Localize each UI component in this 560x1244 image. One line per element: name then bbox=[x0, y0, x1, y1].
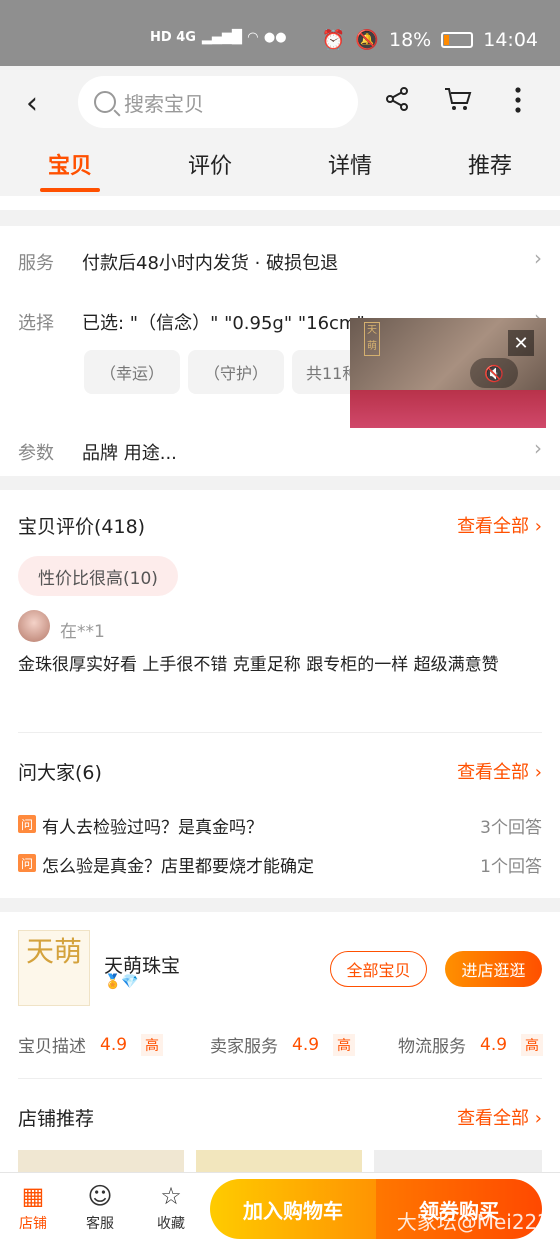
chevron-right-icon: › bbox=[534, 1108, 542, 1129]
cs-label: 客服 bbox=[86, 1216, 114, 1232]
battery-percent: 18% bbox=[389, 28, 432, 51]
shop-logo[interactable]: 天萌 bbox=[18, 930, 90, 1006]
see-all-label: 查看全部 bbox=[457, 762, 530, 783]
share-icon[interactable] bbox=[384, 86, 410, 119]
battery-fill bbox=[444, 34, 450, 45]
reviews-see-all[interactable]: 查看全部 › bbox=[457, 512, 542, 538]
add-to-cart-button[interactable]: 加入购物车 bbox=[210, 1179, 376, 1239]
score-level: 高 bbox=[333, 1033, 356, 1056]
video-bottom bbox=[350, 390, 546, 428]
score-value: 4.9 bbox=[480, 1034, 508, 1055]
see-all-label: 查看全部 bbox=[457, 1108, 530, 1129]
search-placeholder: 搜索宝贝 bbox=[124, 91, 204, 116]
tab-details[interactable]: 详情 bbox=[320, 144, 380, 184]
alarm-icon: ⏰ bbox=[321, 29, 346, 51]
chevron-right-icon: › bbox=[534, 516, 542, 537]
network-indicators: HD 4G ▂▄▆█ ◠ ●● bbox=[150, 30, 287, 45]
tab-reviews[interactable]: 评价 bbox=[180, 144, 240, 184]
recommend-see-all[interactable]: 查看全部 › bbox=[457, 1104, 542, 1130]
score-label: 宝贝描述 bbox=[18, 1037, 86, 1057]
mute-bell-icon: 🔕 bbox=[355, 29, 379, 51]
divider bbox=[18, 1078, 542, 1079]
recommend-item-image[interactable] bbox=[18, 1150, 184, 1172]
question-icon: 问 bbox=[18, 815, 36, 833]
signal-icon: ▂▄▆█ bbox=[201, 30, 242, 45]
tab-product[interactable]: 宝贝 bbox=[39, 144, 101, 192]
close-icon[interactable]: ✕ bbox=[508, 330, 534, 356]
favorite-label: 收藏 bbox=[157, 1216, 185, 1232]
recommend-item-image[interactable] bbox=[374, 1150, 542, 1172]
avatar bbox=[18, 610, 50, 642]
wifi-icon: ◠ bbox=[247, 30, 258, 45]
clock: 14:04 bbox=[483, 28, 538, 51]
status-right: ⏰ 🔕 18% 14:04 bbox=[321, 28, 538, 52]
star-icon: ☆ bbox=[160, 1182, 182, 1210]
score-label: 卖家服务 bbox=[210, 1037, 278, 1057]
shop-nav-button[interactable]: ▦ 店铺 bbox=[6, 1181, 60, 1233]
score-level: 高 bbox=[141, 1033, 164, 1056]
score-value: 4.9 bbox=[100, 1034, 128, 1055]
network-text: HD 4G bbox=[150, 30, 196, 45]
wechat-icon: ●● bbox=[263, 30, 287, 45]
chevron-right-icon[interactable]: › bbox=[534, 436, 542, 460]
review-tag[interactable]: 性价比很高(10) bbox=[18, 556, 178, 596]
question-text[interactable]: 有人去检验过吗？是真金吗？ bbox=[42, 813, 263, 838]
score-service: 卖家服务 4.9 高 bbox=[210, 1032, 356, 1057]
score-logistics: 物流服务 4.9 高 bbox=[398, 1032, 544, 1057]
tab-recommend[interactable]: 推荐 bbox=[460, 144, 520, 184]
status-bar: HD 4G ▂▄▆█ ◠ ●● ⏰ 🔕 18% 14:04 bbox=[0, 0, 560, 66]
recommend-title: 店铺推荐 bbox=[18, 1108, 95, 1130]
score-label: 物流服务 bbox=[398, 1037, 466, 1057]
header: ‹ 搜索宝贝 宝贝 评价 详情 推荐 bbox=[0, 66, 560, 196]
spacer-strip bbox=[0, 196, 560, 210]
search-icon bbox=[94, 91, 116, 113]
recommend-item-image[interactable] bbox=[196, 1150, 362, 1172]
chevron-right-icon: › bbox=[534, 762, 542, 783]
option-chip[interactable]: （幸运） bbox=[84, 350, 180, 394]
question-icon: 问 bbox=[18, 854, 36, 872]
chat-icon: ☺ bbox=[87, 1182, 113, 1210]
score-value: 4.9 bbox=[292, 1034, 320, 1055]
medal-icon: 🏅💎 bbox=[104, 974, 139, 990]
enter-shop-button[interactable]: 进店逛逛 bbox=[445, 951, 542, 987]
score-description: 宝贝描述 4.9 高 bbox=[18, 1032, 164, 1057]
divider bbox=[18, 732, 542, 733]
select-value[interactable]: 已选: "（信念）" "0.95g" "16cm" bbox=[82, 309, 365, 335]
all-items-button[interactable]: 全部宝贝 bbox=[330, 951, 427, 987]
see-all-label: 查看全部 bbox=[457, 516, 530, 537]
shop-icon: ▦ bbox=[21, 1182, 45, 1210]
select-label: 选择 bbox=[18, 313, 54, 334]
service-label: 服务 bbox=[18, 253, 54, 274]
reviews-title: 宝贝评价(418) bbox=[18, 516, 146, 538]
question-text[interactable]: 怎么验是真金？店里都要烧才能确定 bbox=[42, 852, 314, 877]
option-chip[interactable]: （守护） bbox=[188, 350, 284, 394]
video-logo: 天萌 bbox=[364, 322, 380, 356]
chevron-right-icon[interactable]: › bbox=[534, 246, 542, 270]
floating-video[interactable]: 天萌 ✕ 🔇 bbox=[350, 318, 546, 428]
cart-icon[interactable] bbox=[444, 86, 472, 119]
score-level: 高 bbox=[521, 1033, 544, 1056]
answer-count: 3个回答 bbox=[480, 818, 542, 838]
answer-count: 1个回答 bbox=[480, 857, 542, 877]
shop-nav-label: 店铺 bbox=[19, 1216, 47, 1232]
review-text[interactable]: 金珠很厚实好看 上手很不错 克重足称 跟专柜的一样 超级满意赞 bbox=[18, 652, 544, 678]
reviewer-name: 在**1 bbox=[60, 622, 105, 642]
tab-bar: 宝贝 评价 详情 推荐 bbox=[0, 144, 560, 192]
favorite-button[interactable]: ☆ 收藏 bbox=[144, 1181, 198, 1233]
search-input[interactable]: 搜索宝贝 bbox=[78, 76, 358, 128]
params-label: 参数 bbox=[18, 443, 54, 464]
params-value[interactable]: 品牌 用途... bbox=[82, 439, 177, 465]
watermark: 大家坛@Mei222 bbox=[396, 1210, 550, 1234]
mute-icon[interactable]: 🔇 bbox=[470, 358, 518, 388]
customer-service-button[interactable]: ☺ 客服 bbox=[73, 1181, 127, 1233]
back-icon[interactable]: ‹ bbox=[26, 86, 38, 121]
service-value[interactable]: 付款后48小时内发货 · 破损包退 bbox=[82, 249, 338, 275]
qa-title: 问大家(6) bbox=[18, 762, 102, 784]
qa-see-all[interactable]: 查看全部 › bbox=[457, 758, 542, 784]
battery-icon bbox=[441, 31, 474, 48]
more-icon[interactable] bbox=[510, 86, 526, 121]
